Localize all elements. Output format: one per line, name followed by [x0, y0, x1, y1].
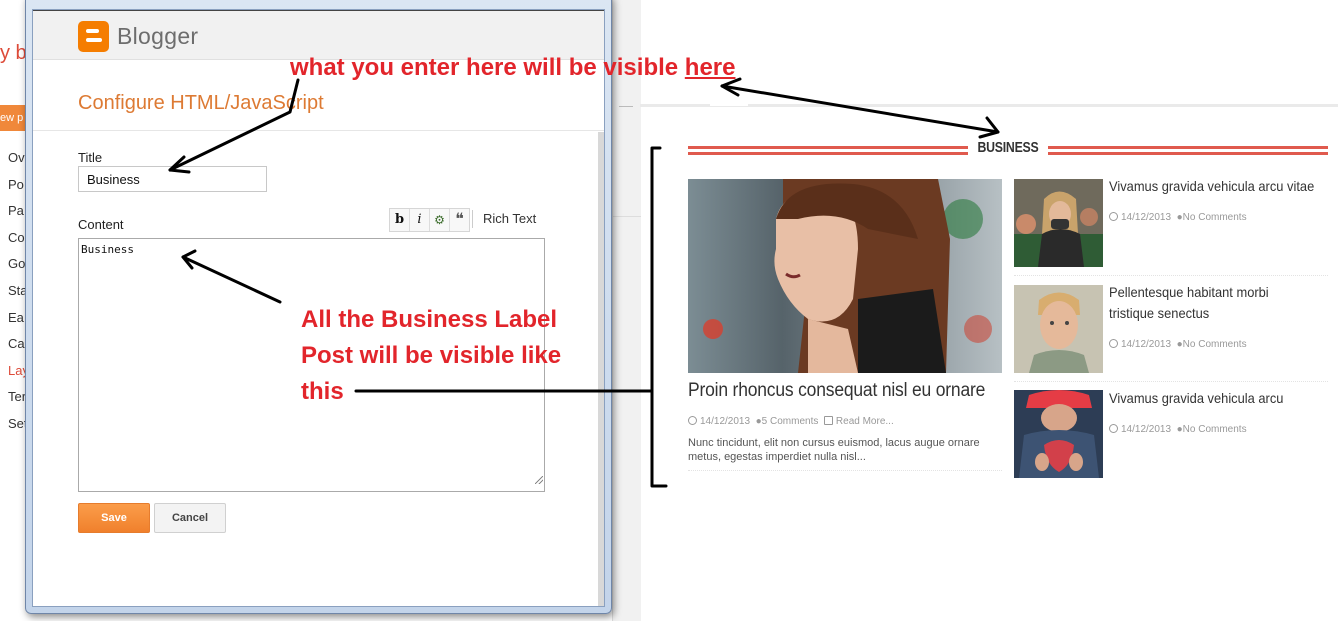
rich-text-link[interactable]: Rich Text: [483, 211, 536, 226]
annotation-top-here: here: [684, 54, 736, 81]
bold-button[interactable]: b: [390, 209, 410, 231]
quote-icon[interactable]: ❝: [450, 209, 469, 231]
side-post-title[interactable]: Vivamus gravida vehicula arcu vitae: [1109, 176, 1314, 197]
bracket-icon: [650, 146, 668, 488]
main-post-comments[interactable]: 5 Comments: [762, 416, 819, 427]
editor-toolbar: b i ⚙ ❝: [389, 208, 470, 232]
content-label: Content: [78, 217, 124, 232]
section-rule-right: [1048, 146, 1328, 155]
side-post-meta: 14/12/2013 ●No Comments: [1109, 424, 1247, 435]
side-post-meta: 14/12/2013 ●No Comments: [1109, 339, 1247, 350]
read-more-link[interactable]: Read More...: [836, 416, 894, 427]
clock-icon: [688, 416, 697, 425]
blogger-brand: Blogger: [117, 23, 199, 49]
main-post-meta: 14/12/2013 ●5 Comments Read More...: [688, 416, 894, 427]
annotation-top: what you enter here will be visible here: [290, 54, 736, 82]
dialog-heading: Configure HTML/JavaScript: [78, 92, 324, 114]
side-post-title[interactable]: Pellentesque habitant morbi tristique se…: [1109, 282, 1284, 324]
side-post-date: 14/12/2013: [1121, 424, 1172, 435]
side-post-date: 14/12/2013: [1121, 339, 1172, 350]
cancel-button[interactable]: Cancel: [154, 503, 226, 533]
side-post-title-text[interactable]: Pellentesque habitant morbi tristique se…: [1109, 282, 1284, 324]
italic-button[interactable]: i: [410, 209, 430, 231]
side-post-comments[interactable]: No Comments: [1183, 339, 1247, 350]
section-rule-left: [688, 146, 968, 155]
annotation-top-text: what you enter here will be visible: [290, 54, 679, 81]
arrow-to-section-title-icon: [720, 84, 1000, 134]
dashboard-right-edge: [612, 0, 641, 621]
section-title: BUSINESS: [977, 139, 1039, 156]
side-post-thumbnail[interactable]: [1014, 285, 1103, 373]
main-post-excerpt: Nunc tincidunt, elit non cursus euismod,…: [688, 437, 980, 463]
title-label: Title: [78, 150, 103, 165]
read-more-icon: [823, 416, 833, 425]
dashboard-title-fragment: y b: [0, 42, 27, 64]
clock-icon: [1109, 339, 1118, 348]
dialog-header: Blogger: [33, 11, 604, 60]
title-input[interactable]: [78, 166, 267, 192]
side-post-title[interactable]: Vivamus gravida vehicula arcu: [1109, 388, 1283, 409]
main-post-image[interactable]: [688, 179, 1002, 373]
side-post-date: 14/12/2013: [1121, 212, 1172, 223]
blogger-logo-icon: [78, 21, 109, 52]
link-icon[interactable]: ⚙: [430, 209, 450, 231]
new-post-button[interactable]: ew p: [0, 105, 28, 131]
side-post-meta: 14/12/2013 ●No Comments: [1109, 212, 1247, 223]
main-post-date: 14/12/2013: [700, 416, 751, 427]
side-post-comments[interactable]: No Comments: [1183, 212, 1247, 223]
side-post-thumbnail[interactable]: [1014, 390, 1103, 478]
side-post-thumbnail[interactable]: [1014, 179, 1103, 267]
resize-handle-icon[interactable]: [535, 476, 543, 484]
clock-icon: [1109, 424, 1118, 433]
main-post-title[interactable]: Proin rhoncus consequat nisl eu ornare: [688, 380, 985, 402]
side-post-comments[interactable]: No Comments: [1183, 424, 1247, 435]
save-button[interactable]: Save: [78, 503, 150, 533]
annotation-side: All the Business Label Post will be visi…: [301, 306, 562, 405]
clock-icon: [1109, 212, 1118, 221]
